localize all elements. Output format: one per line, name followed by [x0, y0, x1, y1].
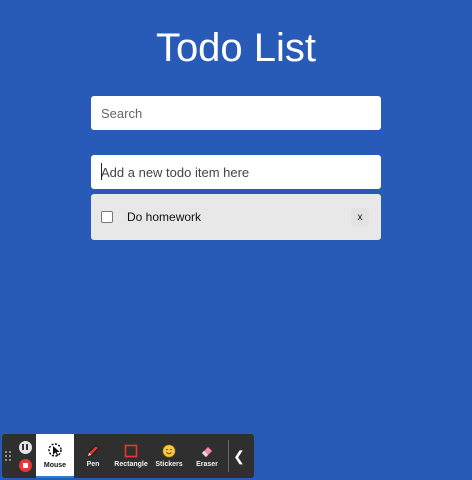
- toolbar-divider: [228, 440, 229, 472]
- delete-todo-button[interactable]: x: [351, 208, 369, 226]
- tool-eraser[interactable]: Eraser: [188, 434, 226, 478]
- pause-icon: [22, 444, 28, 450]
- tool-stickers[interactable]: Stickers: [150, 434, 188, 478]
- chevron-left-icon: ❮: [233, 447, 245, 464]
- new-todo-input[interactable]: [91, 155, 381, 189]
- tool-label: Pen: [86, 461, 100, 468]
- recording-controls: [14, 434, 36, 478]
- page-title: Todo List: [155, 26, 317, 70]
- drag-handle[interactable]: [2, 434, 14, 478]
- stop-button[interactable]: [18, 458, 32, 472]
- todo-item: Do homework x: [91, 194, 381, 240]
- recording-toolbar: Mouse Pen Rectangle Stickers Eraser ❮: [2, 434, 254, 478]
- mouse-icon: [48, 443, 62, 457]
- grip-icon: [5, 451, 11, 461]
- pause-button[interactable]: [18, 440, 32, 454]
- pen-icon: [87, 444, 100, 457]
- tool-label: Eraser: [196, 461, 218, 468]
- tool-rectangle[interactable]: Rectangle: [112, 434, 150, 478]
- todo-app: Todo List Do homework x Mouse: [0, 0, 472, 480]
- collapse-toolbar-button[interactable]: ❮: [231, 434, 247, 478]
- sticker-icon: [162, 444, 176, 458]
- stop-icon: [22, 462, 28, 468]
- tool-label: Stickers: [155, 461, 183, 468]
- rectangle-icon: [124, 444, 138, 458]
- eraser-icon: [201, 446, 213, 458]
- todo-checkbox[interactable]: [101, 211, 113, 223]
- text-cursor: [101, 163, 102, 180]
- tool-label: Rectangle: [114, 461, 148, 468]
- todo-text: Do homework: [127, 210, 202, 224]
- tool-mouse[interactable]: Mouse: [36, 434, 74, 478]
- tool-pen[interactable]: Pen: [74, 434, 112, 478]
- search-input[interactable]: [91, 96, 381, 130]
- tool-label: Mouse: [43, 462, 67, 469]
